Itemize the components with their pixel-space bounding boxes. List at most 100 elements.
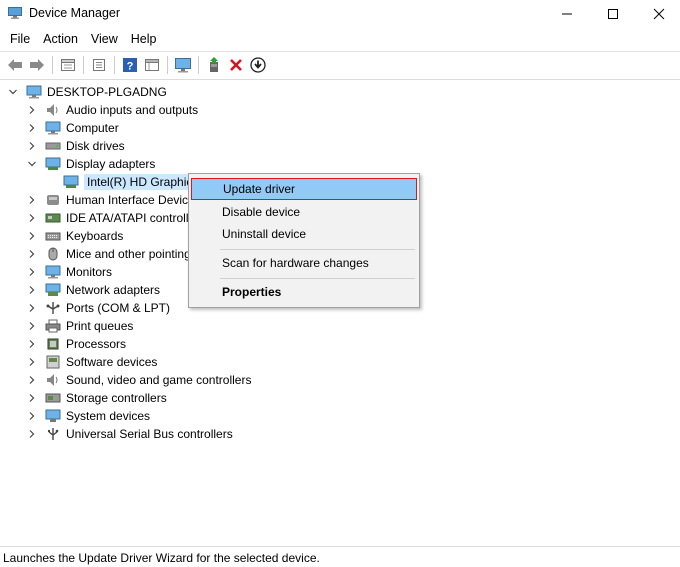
expand-chevron-icon[interactable] [27,231,37,241]
menu-bar: File Action View Help [0,28,680,50]
ctx-scan-hardware[interactable]: Scan for hardware changes [191,252,417,274]
tree-item-label: Computer [66,121,119,135]
update-driver-toolbar-button[interactable] [203,54,225,76]
tree-item-audio[interactable]: Audio inputs and outputs [27,101,198,119]
menu-help[interactable]: Help [125,28,164,50]
uninstall-button[interactable] [225,54,247,76]
device-manager-app-icon [8,7,22,19]
expand-chevron-icon[interactable] [27,285,37,295]
status-text: Launches the Update Driver Wizard for th… [3,551,320,565]
tree-item-network-adapters[interactable]: Network adapters [27,281,160,299]
minimize-button[interactable] [544,0,590,28]
expand-chevron-icon[interactable] [27,357,37,367]
maximize-button[interactable] [590,0,636,28]
tree-item-label: Sound, video and game controllers [66,373,252,387]
keyboard-icon [45,229,61,243]
tree-item-ports[interactable]: Ports (COM & LPT) [27,299,170,317]
close-button[interactable] [636,0,680,28]
toolbar: ? [0,51,680,77]
tree-item-disk-drives[interactable]: Disk drives [27,137,125,155]
scan-hardware-button[interactable] [172,54,194,76]
expand-chevron-icon[interactable] [27,393,37,403]
computer-icon [26,85,42,99]
speaker-icon [45,103,61,117]
download-driver-button[interactable] [247,54,269,76]
tree-item-intel-hd-graphics[interactable]: Intel(R) HD Graphics [63,173,202,191]
forward-button[interactable] [26,54,48,76]
collapse-chevron-icon[interactable] [8,87,18,97]
expand-chevron-icon[interactable] [27,249,37,259]
expand-chevron-icon[interactable] [27,375,37,385]
uninstall-x-icon [230,58,242,71]
context-menu: Update driver Disable device Uninstall d… [188,173,420,308]
title-bar: Device Manager [0,0,680,28]
expand-chevron-icon[interactable] [27,303,37,313]
expand-chevron-icon[interactable] [27,195,37,205]
window-title: Device Manager [29,6,121,20]
tree-item-usb[interactable]: Universal Serial Bus controllers [27,425,233,443]
scan-hardware-icon [175,57,191,72]
tree-item-label: IDE ATA/ATAPI controllers [66,211,206,225]
expand-chevron-icon[interactable] [27,339,37,349]
menu-file[interactable]: File [4,28,37,50]
expand-chevron-icon[interactable] [27,429,37,439]
tree-item-processors[interactable]: Processors [27,335,126,353]
properties-pane-icon [61,58,75,71]
port-icon [45,301,61,315]
expand-chevron-icon[interactable] [27,321,37,331]
expand-chevron-icon[interactable] [27,267,37,277]
tree-root[interactable]: DESKTOP-PLGADNG [8,83,167,101]
system-device-icon [45,409,61,423]
device-tree: DESKTOP-PLGADNG Audio inputs and outputs… [0,79,680,545]
expand-chevron-icon[interactable] [27,123,37,133]
toolbar-separator [167,55,168,74]
tree-item-label: Disk drives [66,139,125,153]
tree-item-sound-video[interactable]: Sound, video and game controllers [27,371,251,389]
tree-item-monitors[interactable]: Monitors [27,263,112,281]
expand-chevron-icon[interactable] [27,141,37,151]
tree-item-display-adapters[interactable]: Display adapters [27,155,155,173]
ctx-uninstall-device[interactable]: Uninstall device [191,223,417,245]
ctx-update-driver[interactable]: Update driver [191,178,417,200]
toolbar-separator [198,55,199,74]
ctx-disable-device[interactable]: Disable device [191,201,417,223]
show-hide-pane-icon [145,58,159,71]
back-arrow-icon [8,58,22,71]
menu-action[interactable]: Action [37,28,85,50]
details-button[interactable] [88,54,110,76]
ide-controller-icon [45,211,61,225]
ctx-properties[interactable]: Properties [191,281,417,303]
tree-item-system-devices[interactable]: System devices [27,407,150,425]
tree-item-print-queues[interactable]: Print queues [27,317,133,335]
ctx-separator [220,249,415,250]
hid-icon [45,193,61,207]
expand-chevron-icon[interactable] [27,213,37,223]
printer-icon [45,319,61,333]
tree-item-label: Network adapters [66,283,161,297]
expand-chevron-icon[interactable] [27,105,37,115]
maximize-icon [608,9,618,19]
tree-item-storage-controllers[interactable]: Storage controllers [27,389,167,407]
tree-item-label: Display adapters [66,157,156,171]
back-button[interactable] [4,54,26,76]
collapse-chevron-icon[interactable] [27,159,37,169]
tree-item-label: Intel(R) HD Graphics [84,174,202,190]
svg-text:?: ? [127,60,134,72]
add-driver-icon [210,56,218,72]
tree-item-ide[interactable]: IDE ATA/ATAPI controllers [27,209,205,227]
tree-item-computer[interactable]: Computer [27,119,119,137]
display-adapter-icon [45,157,61,171]
show-hide-pane-button[interactable] [141,54,163,76]
tree-item-software-devices[interactable]: Software devices [27,353,157,371]
toolbar-separator [83,55,84,74]
tree-item-label: Keyboards [66,229,124,243]
help-button[interactable]: ? [119,54,141,76]
properties-pane-button[interactable] [57,54,79,76]
toolbar-separator [114,55,115,74]
expand-chevron-icon[interactable] [27,411,37,421]
menu-view[interactable]: View [85,28,125,50]
tree-item-hid[interactable]: Human Interface Devices [27,191,201,209]
usb-icon [45,427,61,441]
tree-item-keyboards[interactable]: Keyboards [27,227,123,245]
minimize-icon [562,13,572,15]
